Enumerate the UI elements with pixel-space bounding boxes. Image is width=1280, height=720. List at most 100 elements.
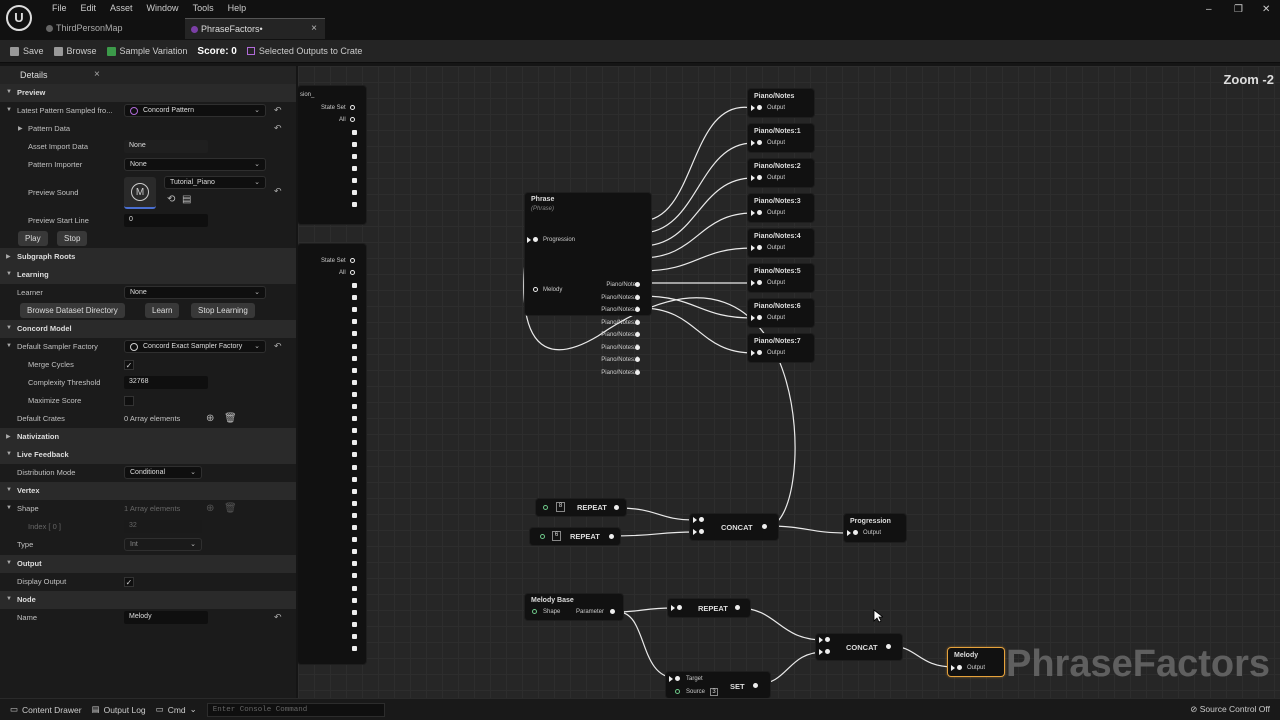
progression-output-node[interactable]: Progression Output — [844, 514, 906, 542]
exec-pin[interactable] — [751, 245, 755, 251]
content-drawer-button[interactable]: ▭ Content Drawer — [10, 704, 82, 715]
sample-variation-button[interactable]: Sample Variation — [106, 46, 187, 56]
exec-pin[interactable] — [693, 529, 697, 535]
output-pin[interactable] — [352, 202, 357, 207]
concat-output-pin[interactable] — [762, 524, 767, 529]
output-pin[interactable] — [352, 633, 357, 639]
repeat-node-melody[interactable]: REPEAT — [668, 599, 750, 617]
exec-pin[interactable] — [669, 676, 673, 682]
exec-pin[interactable] — [751, 350, 755, 356]
phrase-output-pin[interactable] — [635, 307, 640, 312]
set-node[interactable]: Target Source 3 SET — [666, 672, 770, 698]
maximize-score-checkbox[interactable] — [124, 396, 134, 406]
notes-input-pin[interactable] — [757, 175, 762, 180]
input-pin-1[interactable] — [699, 517, 704, 522]
count-pin[interactable] — [540, 534, 545, 539]
exec-pin[interactable] — [847, 530, 851, 536]
repeat-count-2[interactable]: 6 — [552, 531, 561, 541]
piano-notes-node[interactable]: Piano/Notes:5 Output — [748, 264, 814, 292]
learner-dropdown[interactable]: None ⌄ — [124, 286, 266, 299]
phrase-output-pin[interactable] — [635, 344, 640, 350]
output-pin[interactable] — [352, 130, 357, 135]
section-output[interactable]: ▼ Output — [0, 555, 296, 573]
exec-pin[interactable] — [671, 605, 675, 611]
save-button[interactable]: Save — [10, 46, 44, 56]
all-pin[interactable] — [350, 270, 355, 275]
notes-input-pin[interactable] — [757, 315, 762, 320]
latest-pattern-dropdown[interactable]: Concord Pattern ⌄ — [124, 104, 266, 117]
section-vertex[interactable]: ▼ Vertex — [0, 482, 296, 500]
piano-notes-node[interactable]: Piano/Notes Output — [748, 89, 814, 117]
output-pin[interactable] — [352, 404, 357, 409]
menu-file[interactable]: File — [45, 2, 74, 14]
output-pin[interactable] — [352, 525, 357, 530]
browse-button[interactable]: Browse — [53, 46, 97, 56]
output-pin[interactable] — [352, 283, 357, 288]
concat-node-progression[interactable]: CONCAT — [690, 514, 778, 540]
phrase-output-pin[interactable] — [635, 357, 640, 362]
output-pin[interactable] — [352, 367, 357, 373]
output-pin[interactable] — [352, 416, 357, 422]
output-pin[interactable] — [352, 452, 357, 458]
exec-pin[interactable] — [751, 105, 755, 111]
notes-input-pin[interactable] — [757, 280, 762, 285]
preview-start-input[interactable]: 0 — [124, 214, 208, 227]
count-pin[interactable] — [543, 505, 548, 510]
cmd-dropdown[interactable]: ▭ Cmd ⌄ — [156, 704, 197, 715]
preview-sound-dropdown[interactable]: Tutorial_Piano ⌄ — [164, 176, 266, 189]
repeat-node-2[interactable]: 6 REPEAT — [530, 528, 620, 545]
all-pin[interactable] — [350, 117, 355, 122]
menu-window[interactable]: Window — [140, 2, 186, 14]
section-live-feedback[interactable]: ▼ Live Feedback — [0, 446, 296, 464]
output-pin[interactable] — [352, 500, 357, 506]
notes-input-pin[interactable] — [757, 350, 762, 355]
section-subgraph-roots[interactable]: ▶ Subgraph Roots — [0, 248, 296, 266]
close-details-icon[interactable]: × — [94, 69, 100, 80]
exec-pin[interactable] — [751, 140, 755, 146]
details-tab[interactable]: Details × — [0, 66, 296, 84]
section-concord-model[interactable]: ▼ Concord Model — [0, 320, 296, 338]
expand-arrow-icon[interactable]: ▶ — [18, 125, 23, 132]
default-sampler-dropdown[interactable]: Concord Exact Sampler Factory ⌄ — [124, 340, 266, 353]
output-pin[interactable] — [352, 561, 357, 567]
piano-notes-node[interactable]: Piano/Notes:7 Output — [748, 334, 814, 362]
exec-pin[interactable] — [819, 649, 823, 655]
output-pin[interactable] — [352, 646, 357, 651]
partial-node-bottom[interactable]: State Set All — [298, 244, 366, 664]
output-pin[interactable] — [352, 609, 357, 615]
merge-cycles-checkbox[interactable]: ✓ — [124, 360, 134, 370]
menu-edit[interactable]: Edit — [74, 2, 104, 14]
output-pin[interactable] — [352, 597, 357, 603]
reset-icon[interactable]: ↶ — [274, 341, 282, 352]
name-input[interactable]: Melody — [124, 611, 208, 624]
section-preview[interactable]: ▼ Preview — [0, 84, 296, 102]
phrase-output-pin[interactable] — [635, 294, 640, 300]
trash-icon[interactable]: 🗑 — [224, 413, 237, 424]
source-pin[interactable] — [675, 689, 680, 694]
phrase-output-pin[interactable] — [635, 369, 640, 375]
source-control-button[interactable]: ⊘ Source Control Off — [1190, 704, 1270, 715]
add-element-icon[interactable]: ⊕ — [206, 413, 214, 424]
parameter-output-pin[interactable] — [610, 609, 615, 614]
reset-icon[interactable]: ↶ — [274, 612, 282, 623]
menu-tools[interactable]: Tools — [186, 2, 221, 14]
complexity-input[interactable]: 32768 — [124, 376, 208, 389]
output-pin[interactable] — [352, 549, 357, 555]
output-pin[interactable] — [352, 537, 357, 543]
browse-asset-icon[interactable]: ▤ — [182, 194, 191, 205]
tab-phrase-factors[interactable]: PhraseFactors• × — [185, 18, 325, 39]
maximize-icon[interactable]: ❐ — [1234, 4, 1243, 15]
output-pin[interactable] — [352, 512, 357, 518]
output-pin[interactable] — [352, 440, 357, 446]
exec-pin[interactable] — [951, 665, 955, 671]
reset-icon[interactable]: ↶ — [274, 105, 282, 116]
shape-pin[interactable] — [532, 609, 537, 614]
melody-input-pin[interactable] — [533, 287, 538, 292]
menu-asset[interactable]: Asset — [103, 2, 140, 14]
concat-node-melody[interactable]: CONCAT — [816, 634, 902, 660]
stop-learning-button[interactable]: Stop Learning — [191, 303, 255, 318]
exec-pin[interactable] — [751, 210, 755, 216]
section-learning[interactable]: ▼ Learning — [0, 266, 296, 284]
progression-input-pin[interactable] — [853, 530, 858, 535]
output-pin[interactable] — [352, 154, 357, 159]
